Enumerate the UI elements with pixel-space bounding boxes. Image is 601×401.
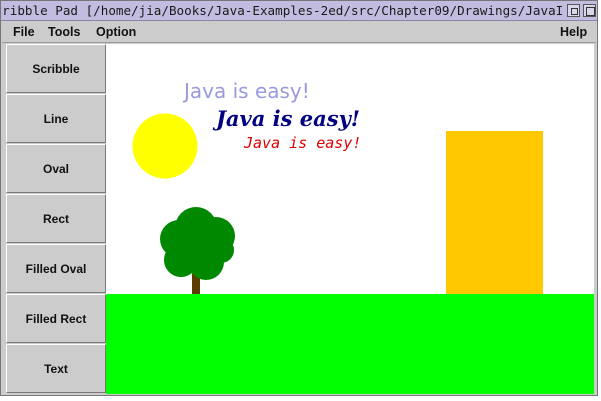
canvas-text-plain: Java is easy! (182, 79, 310, 103)
menu-help[interactable]: Help (560, 25, 587, 39)
menu-file[interactable]: File (13, 25, 35, 39)
tool-palette: Scribble Line Oval Rect Filled Oval Fill… (6, 44, 106, 394)
menu-option[interactable]: Option (96, 25, 136, 39)
maximize-icon[interactable] (583, 4, 596, 17)
minimize-icon[interactable] (567, 4, 580, 17)
building-rect (446, 131, 543, 295)
text-tool-button[interactable]: Text (6, 344, 106, 393)
window-title: Scribble Pad [/home/jia/Books/Java-Examp… (1, 3, 563, 18)
filled-rect-tool-button[interactable]: Filled Rect (6, 294, 106, 343)
drawing-canvas[interactable]: Java is easy! Java is easy! Java is easy… (106, 44, 594, 394)
sun-oval (132, 113, 198, 179)
rect-tool-button[interactable]: Rect (6, 194, 106, 243)
filled-oval-tool-button[interactable]: Filled Oval (6, 244, 106, 293)
drawing-surface[interactable]: Java is easy! Java is easy! Java is easy… (106, 44, 594, 394)
canvas-text-bold-italic: Java is easy! (212, 106, 360, 131)
title-bar[interactable]: Scribble Pad [/home/jia/Books/Java-Examp… (1, 1, 597, 21)
menu-bar: File Tools Option Help (2, 22, 596, 43)
oval-tool-button[interactable]: Oval (6, 144, 106, 193)
line-tool-button[interactable]: Line (6, 94, 106, 143)
scribble-tool-button[interactable]: Scribble (6, 44, 106, 93)
canvas-text-mono: Java is easy! (243, 134, 361, 152)
menu-tools[interactable]: Tools (48, 25, 80, 39)
grass-rect (106, 294, 594, 394)
